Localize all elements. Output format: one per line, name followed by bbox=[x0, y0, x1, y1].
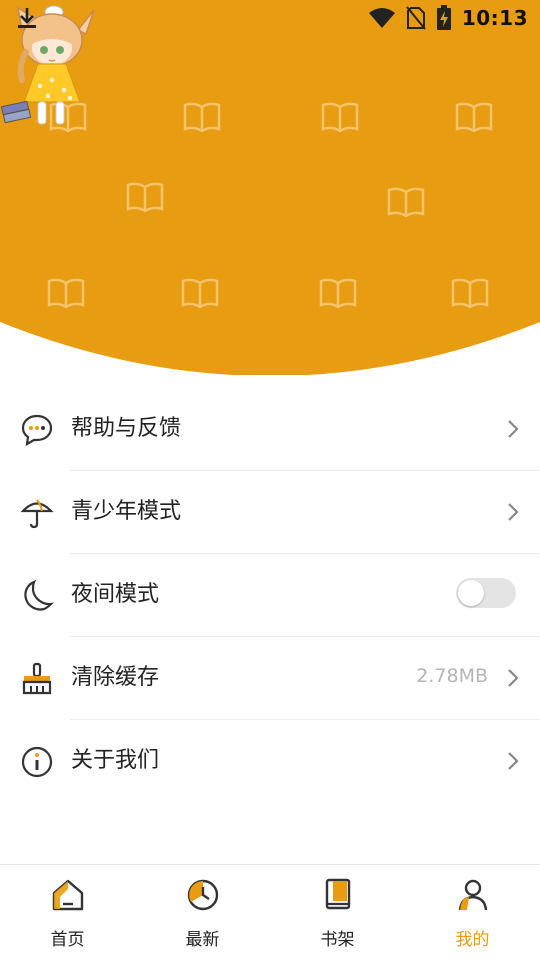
tab-label: 书架 bbox=[320, 930, 355, 950]
settings-menu: 帮助与反馈 青少年模式 夜间模式 清除缓存 2.78MB 关于我们 bbox=[0, 388, 540, 803]
bottom-nav: 首页 最新 书架 我的 bbox=[0, 864, 540, 960]
clock-icon bbox=[187, 879, 218, 911]
menu-item-label: 关于我们 bbox=[71, 748, 160, 773]
no-sim-icon bbox=[406, 6, 426, 30]
open-book-icon bbox=[319, 278, 357, 309]
open-book-icon bbox=[387, 187, 425, 218]
open-book-icon bbox=[183, 102, 221, 133]
chat-bubble-icon bbox=[21, 414, 53, 447]
open-book-icon bbox=[47, 278, 85, 309]
broom-icon bbox=[22, 662, 52, 695]
menu-item-label: 青少年模式 bbox=[71, 499, 182, 524]
moon-icon bbox=[24, 579, 54, 611]
open-book-icon bbox=[451, 278, 489, 309]
menu-item-teen-mode[interactable]: 青少年模式 bbox=[0, 471, 540, 554]
info-icon bbox=[21, 746, 53, 778]
battery-charging-icon bbox=[436, 5, 451, 30]
toggle-knob bbox=[458, 580, 484, 606]
chevron-right-icon bbox=[508, 420, 519, 438]
tab-label: 首页 bbox=[50, 930, 85, 950]
chevron-right-icon bbox=[508, 669, 519, 687]
menu-item-label: 夜间模式 bbox=[71, 582, 160, 607]
tab-bookshelf[interactable]: 书架 bbox=[270, 865, 405, 960]
umbrella-icon bbox=[20, 499, 54, 529]
home-icon bbox=[52, 879, 83, 911]
tab-label: 最新 bbox=[185, 930, 220, 950]
open-book-icon bbox=[126, 182, 164, 213]
open-book-icon bbox=[181, 278, 219, 309]
menu-item-night-mode: 夜间模式 bbox=[0, 554, 540, 637]
chevron-right-icon bbox=[508, 752, 519, 770]
profile-header bbox=[0, 0, 540, 375]
menu-item-clear-cache[interactable]: 清除缓存 2.78MB bbox=[0, 637, 540, 720]
bookshelf-icon bbox=[325, 878, 350, 910]
tab-label: 我的 bbox=[455, 930, 490, 950]
cache-size: 2.78MB bbox=[416, 665, 488, 687]
night-mode-toggle[interactable] bbox=[456, 578, 516, 608]
menu-item-label: 帮助与反馈 bbox=[71, 416, 182, 441]
menu-item-about-us[interactable]: 关于我们 bbox=[0, 720, 540, 803]
menu-item-help-feedback[interactable]: 帮助与反馈 bbox=[0, 388, 540, 471]
status-bar: 10:13 bbox=[0, 0, 540, 36]
wifi-icon bbox=[368, 8, 395, 28]
profile-icon bbox=[458, 879, 487, 911]
open-book-icon bbox=[455, 102, 493, 133]
tab-mine[interactable]: 我的 bbox=[405, 865, 540, 960]
download-icon bbox=[18, 8, 36, 28]
tab-latest[interactable]: 最新 bbox=[135, 865, 270, 960]
menu-item-label: 清除缓存 bbox=[71, 665, 160, 690]
status-time: 10:13 bbox=[461, 6, 528, 30]
chevron-right-icon bbox=[508, 503, 519, 521]
tab-home[interactable]: 首页 bbox=[0, 865, 135, 960]
open-book-icon bbox=[321, 102, 359, 133]
